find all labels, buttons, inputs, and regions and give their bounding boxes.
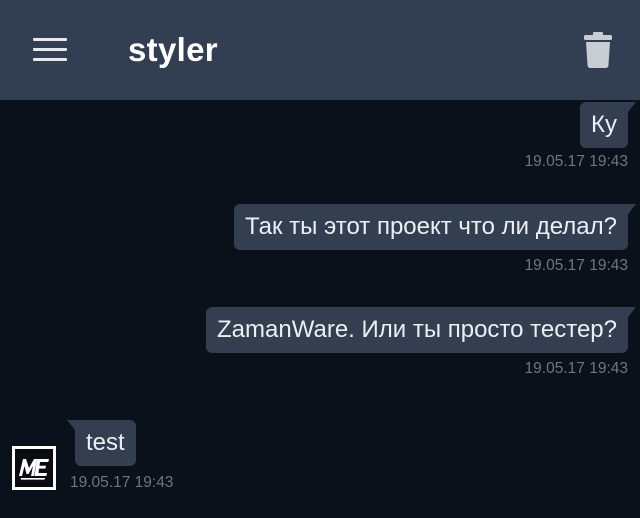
chat-title: styler xyxy=(128,31,218,68)
message-bubble[interactable]: test xyxy=(67,420,136,466)
avatar-logo-icon xyxy=(15,449,53,487)
message-bubble[interactable]: ZamanWare. Или ты просто тестер? xyxy=(206,307,636,353)
message-text: Так ты этот проект что ли делал? xyxy=(245,213,617,240)
menu-icon[interactable] xyxy=(33,38,67,62)
trash-icon[interactable] xyxy=(584,32,612,68)
message-timestamp: 19.05.17 19:43 xyxy=(524,360,628,377)
message-timestamp: 19.05.17 19:43 xyxy=(524,153,628,170)
app-bar: styler xyxy=(0,0,640,100)
message-timestamp: 19.05.17 19:43 xyxy=(524,257,628,274)
message-bubble[interactable]: Так ты этот проект что ли делал? xyxy=(234,204,636,250)
message-bubble[interactable]: Ку xyxy=(580,102,636,148)
message-text: ZamanWare. Или ты просто тестер? xyxy=(217,316,617,343)
message-list[interactable]: Ку 19.05.17 19:43 Так ты этот проект что… xyxy=(0,100,640,518)
message-text: test xyxy=(86,429,125,456)
message-timestamp: 19.05.17 19:43 xyxy=(70,474,174,491)
avatar[interactable] xyxy=(12,446,56,490)
message-text: Ку xyxy=(591,111,617,138)
